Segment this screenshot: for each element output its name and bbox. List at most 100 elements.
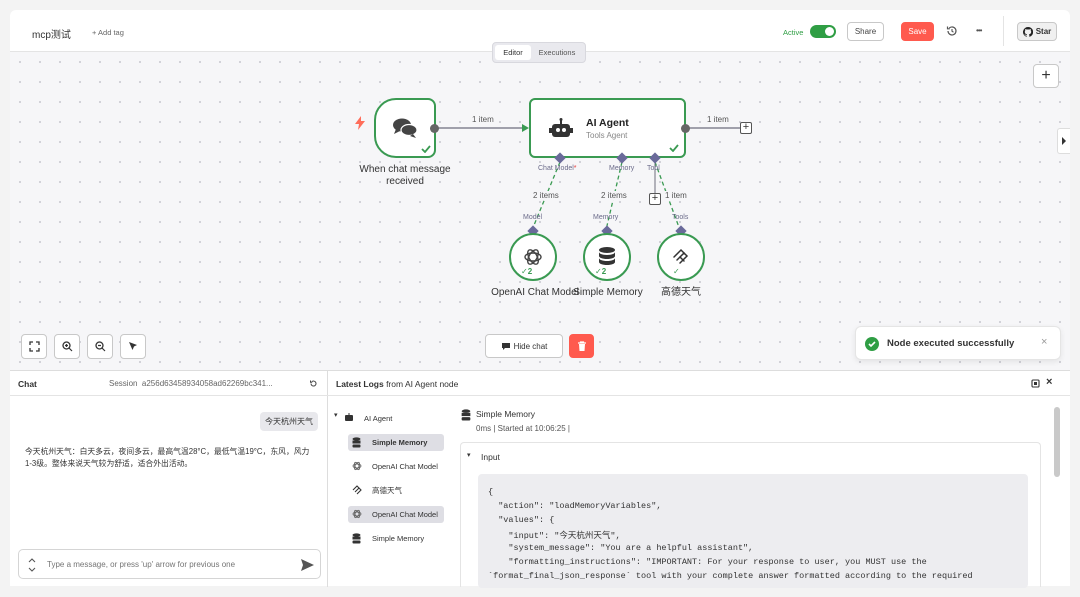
memory-port-label: Memory [609, 165, 635, 172]
chat-icon [501, 342, 510, 350]
workflow-title[interactable]: mcp测试 [32, 26, 71, 41]
openai-icon [352, 461, 362, 471]
log-tree-item[interactable]: OpenAI Chat Model [368, 506, 442, 522]
success-check-icon: ✓ [673, 267, 680, 276]
code-line: "system_message": "You are a helpful ass… [488, 543, 754, 553]
edge-label: 1 item [470, 115, 496, 124]
tool-port-label: Tool [647, 165, 660, 172]
trigger-bolt-icon [355, 116, 365, 135]
database-icon [599, 247, 615, 265]
history-icon[interactable] [945, 24, 959, 38]
tools-port-label: Tools [672, 214, 689, 221]
delete-execution-button[interactable] [569, 334, 594, 358]
input-section-title[interactable]: Input [481, 452, 500, 462]
add-tool-button[interactable]: + [649, 193, 661, 205]
workflow-canvas[interactable]: Editor Executions + When chat message re… [10, 42, 1070, 370]
memory-sub-port-label: Memory [593, 214, 619, 221]
fit-view-button[interactable] [21, 334, 47, 359]
model-edge-label: 2 items [531, 191, 561, 200]
memory-edge-label: 2 items [599, 191, 629, 200]
expand-arrow-icon[interactable]: ▾ [334, 411, 338, 419]
send-icon[interactable] [301, 559, 314, 571]
share-label: Share [854, 27, 877, 36]
code-line: "formatting_instructions": "IMPORTANT: F… [488, 557, 927, 567]
weather-node-label: 高德天气 [661, 287, 701, 298]
chat-title: Chat [18, 379, 37, 389]
refresh-session-icon[interactable] [309, 379, 318, 388]
chat-model-port-label: Chat Model* [538, 165, 577, 172]
app-window: mcp测试 + Add tag Active Share Save ••• St… [0, 0, 1080, 597]
success-check-icon [669, 144, 679, 152]
mcp-tool-icon [352, 485, 362, 495]
openai-chat-model-node[interactable]: ✓2 [509, 233, 557, 281]
logs-pane: Latest Logs from AI Agent node × ▾ AI Ag… [328, 371, 1070, 588]
agent-output-port[interactable] [681, 124, 690, 133]
github-star-button[interactable]: Star [1017, 22, 1057, 41]
agent-title: AI Agent [586, 117, 629, 129]
collapse-arrow-icon[interactable]: ▾ [467, 451, 471, 459]
database-icon [352, 437, 361, 448]
bottom-panel: Chat Session a256d63458934058ad62269bc34… [10, 370, 1070, 588]
robot-icon [549, 118, 573, 137]
toast-message: Node executed successfully [887, 338, 1015, 349]
code-line: "values": { [488, 515, 555, 525]
hide-chat-label: Hide chat [513, 341, 548, 351]
agent-subtitle: Tools Agent [586, 131, 628, 140]
save-button[interactable]: Save [901, 22, 934, 41]
add-tag-button[interactable]: + Add tag [92, 28, 124, 37]
check-circle-icon [865, 337, 879, 351]
github-icon [1022, 26, 1033, 37]
chat-message-input[interactable] [47, 557, 287, 571]
zoom-in-button[interactable] [54, 334, 80, 359]
close-logs-icon[interactable]: × [1046, 376, 1052, 388]
zoom-in-icon [61, 341, 72, 352]
scrollbar[interactable] [1054, 407, 1060, 477]
code-line: { [488, 487, 494, 497]
trash-icon [577, 340, 586, 351]
ai-agent-node[interactable]: AI Agent Tools Agent [529, 98, 686, 158]
pop-out-icon[interactable] [1031, 379, 1040, 388]
zoom-out-button[interactable] [87, 334, 113, 359]
trigger-output-port[interactable] [430, 124, 439, 133]
hide-chat-button[interactable]: Hide chat [485, 334, 563, 358]
amap-weather-node[interactable]: ✓ [657, 233, 705, 281]
star-label: Star [1035, 27, 1052, 36]
openai-icon [524, 249, 542, 265]
model-port-label: Model [523, 214, 543, 221]
user-message: 今天杭州天气 [260, 412, 318, 431]
code-line: "action": "loadMemoryVariables", [488, 501, 662, 511]
log-tree-item[interactable]: Simple Memory [368, 530, 428, 546]
logs-title: Latest Logs from AI Agent node [336, 379, 459, 389]
tidy-up-button[interactable] [120, 334, 146, 359]
zoom-out-icon [94, 341, 105, 352]
robot-icon [345, 413, 353, 421]
openai-icon [352, 509, 362, 519]
input-section: ▾ Input { "action": "loadMemoryVariables… [460, 442, 1041, 588]
chat-trigger-node[interactable] [374, 98, 436, 158]
log-tree-item[interactable]: 高德天气 [368, 482, 406, 498]
session-id: Session a256d63458934058ad62269bc341... [109, 379, 273, 388]
close-icon[interactable]: × [1041, 336, 1047, 348]
success-toast: Node executed successfully × [855, 326, 1061, 360]
simple-memory-node[interactable]: ✓2 [583, 233, 631, 281]
run-count-badge: ✓2 [595, 267, 607, 276]
share-button[interactable]: Share [847, 22, 884, 41]
add-next-node-button[interactable]: + [740, 122, 752, 134]
more-options-button[interactable]: ••• [976, 26, 982, 35]
log-tree-item[interactable]: OpenAI Chat Model [368, 458, 442, 474]
run-count-badge: ✓2 [521, 267, 533, 276]
database-icon [352, 533, 361, 544]
log-tree-item[interactable]: AI Agent [360, 410, 396, 426]
chat-input-box[interactable] [18, 549, 321, 579]
tool-edge-label: 1 item [663, 191, 689, 200]
log-tree-item[interactable]: Simple Memory [368, 434, 431, 450]
trigger-node-label: When chat message received [359, 164, 451, 187]
detail-title: Simple Memory [476, 409, 536, 419]
active-label: Active [783, 28, 804, 37]
history-nav-icon[interactable] [28, 557, 36, 573]
chat-pane: Chat Session a256d63458934058ad62269bc34… [10, 371, 328, 587]
database-icon [461, 409, 471, 421]
code-line: "input": "今天杭州天气", [488, 531, 621, 541]
cursor-icon [128, 342, 137, 350]
active-toggle[interactable] [810, 25, 836, 38]
